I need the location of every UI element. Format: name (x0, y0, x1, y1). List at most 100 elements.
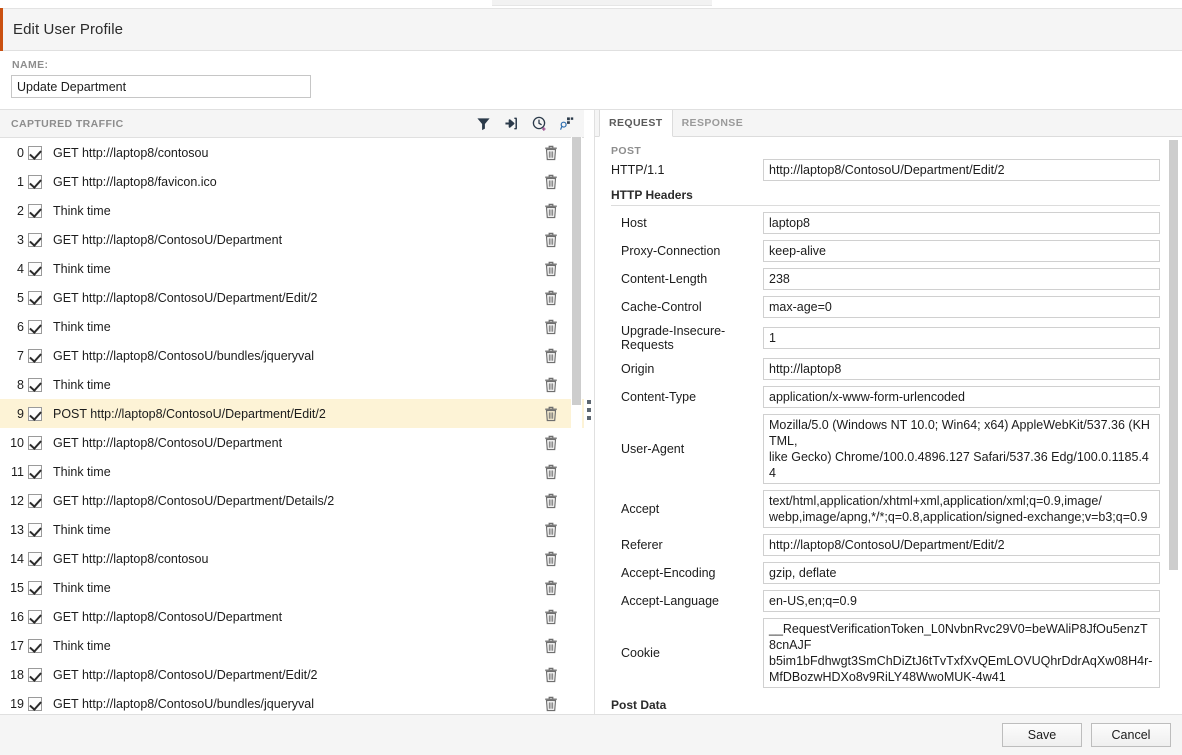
delete-row-icon[interactable] (544, 464, 558, 480)
traffic-list-scrollbar-thumb[interactable] (572, 137, 581, 405)
row-checkbox[interactable] (28, 233, 42, 247)
http-header-value[interactable]: Mozilla/5.0 (Windows NT 10.0; Win64; x64… (763, 414, 1160, 484)
http-header-value[interactable]: max-age=0 (763, 296, 1160, 318)
row-checkbox[interactable] (28, 494, 42, 508)
http-header-value[interactable]: en-US,en;q=0.9 (763, 590, 1160, 612)
row-checkbox[interactable] (28, 465, 42, 479)
row-checkbox[interactable] (28, 610, 42, 624)
row-checkbox[interactable] (28, 204, 42, 218)
delete-row-icon[interactable] (544, 203, 558, 219)
splitter-grip (587, 400, 591, 424)
filter-icon[interactable] (475, 115, 492, 132)
background-tab-sliver (492, 0, 712, 6)
row-checkbox[interactable] (28, 523, 42, 537)
insert-request-icon[interactable] (503, 115, 520, 132)
row-checkbox[interactable] (28, 146, 42, 160)
row-checkbox[interactable] (28, 320, 42, 334)
http-header-value[interactable]: __RequestVerificationToken_L0NvbnRvc29V0… (763, 618, 1160, 688)
http-header-value[interactable]: text/html,application/xhtml+xml,applicat… (763, 490, 1160, 528)
delete-row-icon[interactable] (544, 232, 558, 248)
table-row[interactable]: 16GET http://laptop8/ContosoU/Department (0, 602, 584, 631)
row-checkbox[interactable] (28, 436, 42, 450)
row-label: Think time (53, 639, 584, 653)
http-header-value[interactable]: 238 (763, 268, 1160, 290)
http-header-value[interactable]: http://laptop8 (763, 358, 1160, 380)
table-row[interactable]: 9POST http://laptop8/ContosoU/Department… (0, 399, 584, 428)
edit-user-profile-dialog: Edit User Profile NAME: Choose Dynamic T… (0, 0, 1182, 755)
row-checkbox[interactable] (28, 697, 42, 711)
delete-row-icon[interactable] (544, 609, 558, 625)
row-checkbox[interactable] (28, 639, 42, 653)
find-icon[interactable] (559, 115, 576, 132)
table-row[interactable]: 15Think time (0, 573, 584, 602)
row-label: GET http://laptop8/ContosoU/Department (53, 233, 584, 247)
table-row[interactable]: 4Think time (0, 254, 584, 283)
delete-row-icon[interactable] (544, 290, 558, 306)
cancel-button[interactable]: Cancel (1091, 723, 1171, 747)
table-row[interactable]: 12GET http://laptop8/ContosoU/Department… (0, 486, 584, 515)
row-checkbox[interactable] (28, 262, 42, 276)
table-row[interactable]: 18GET http://laptop8/ContosoU/Department… (0, 660, 584, 689)
row-checkbox[interactable] (28, 668, 42, 682)
delete-row-icon[interactable] (544, 638, 558, 654)
row-checkbox[interactable] (28, 581, 42, 595)
row-label: GET http://laptop8/ContosoU/Department (53, 610, 584, 624)
http-header-value[interactable]: http://laptop8/ContosoU/Department/Edit/… (763, 534, 1160, 556)
http-header-value[interactable]: 1 (763, 327, 1160, 349)
url-value[interactable]: http://laptop8/ContosoU/Department/Edit/… (763, 159, 1160, 181)
http-header-row: Hostlaptop8 (603, 212, 1160, 234)
http-header-value[interactable]: application/x-www-form-urlencoded (763, 386, 1160, 408)
delete-row-icon[interactable] (544, 261, 558, 277)
table-row[interactable]: 13Think time (0, 515, 584, 544)
table-row[interactable]: 17Think time (0, 631, 584, 660)
delete-row-icon[interactable] (544, 145, 558, 161)
table-row[interactable]: 8Think time (0, 370, 584, 399)
table-row[interactable]: 10GET http://laptop8/ContosoU/Department (0, 428, 584, 457)
delete-row-icon[interactable] (544, 348, 558, 364)
row-index: 4 (0, 262, 28, 276)
row-checkbox[interactable] (28, 175, 42, 189)
add-think-time-icon[interactable] (531, 115, 548, 132)
table-row[interactable]: 3GET http://laptop8/ContosoU/Department (0, 225, 584, 254)
http-header-row: Refererhttp://laptop8/ContosoU/Departmen… (603, 534, 1160, 556)
delete-row-icon[interactable] (544, 377, 558, 393)
table-row[interactable]: 1GET http://laptop8/favicon.ico (0, 167, 584, 196)
http-header-key: Cache-Control (603, 300, 763, 314)
delete-row-icon[interactable] (544, 696, 558, 712)
traffic-list-scrollbar[interactable] (571, 137, 582, 714)
row-checkbox[interactable] (28, 378, 42, 392)
row-checkbox[interactable] (28, 407, 42, 421)
table-row[interactable]: 0GET http://laptop8/contosou (0, 138, 584, 167)
delete-row-icon[interactable] (544, 551, 558, 567)
delete-row-icon[interactable] (544, 406, 558, 422)
http-header-value[interactable]: keep-alive (763, 240, 1160, 262)
table-row[interactable]: 19GET http://laptop8/ContosoU/bundles/jq… (0, 689, 584, 714)
delete-row-icon[interactable] (544, 667, 558, 683)
row-checkbox[interactable] (28, 349, 42, 363)
http-header-value[interactable]: laptop8 (763, 212, 1160, 234)
http-header-value[interactable]: gzip, deflate (763, 562, 1160, 584)
delete-row-icon[interactable] (544, 435, 558, 451)
request-detail-scrollbar[interactable] (1168, 140, 1179, 712)
table-row[interactable]: 2Think time (0, 196, 584, 225)
row-checkbox[interactable] (28, 552, 42, 566)
delete-row-icon[interactable] (544, 493, 558, 509)
delete-row-icon[interactable] (544, 319, 558, 335)
table-row[interactable]: 6Think time (0, 312, 584, 341)
tab-request[interactable]: REQUEST (599, 110, 673, 137)
table-row[interactable]: 14GET http://laptop8/contosou (0, 544, 584, 573)
traffic-list[interactable]: 0GET http://laptop8/contosou1GET http://… (0, 138, 584, 714)
table-row[interactable]: 11Think time (0, 457, 584, 486)
pane-splitter[interactable] (584, 109, 594, 714)
delete-row-icon[interactable] (544, 522, 558, 538)
delete-row-icon[interactable] (544, 580, 558, 596)
row-checkbox[interactable] (28, 291, 42, 305)
tab-response[interactable]: RESPONSE (673, 110, 753, 136)
delete-row-icon[interactable] (544, 174, 558, 190)
table-row[interactable]: 7GET http://laptop8/ContosoU/bundles/jqu… (0, 341, 584, 370)
request-detail-scrollbar-thumb[interactable] (1169, 140, 1178, 570)
table-row[interactable]: 5GET http://laptop8/ContosoU/Department/… (0, 283, 584, 312)
row-index: 8 (0, 378, 28, 392)
name-input[interactable] (11, 75, 311, 98)
save-button[interactable]: Save (1002, 723, 1082, 747)
